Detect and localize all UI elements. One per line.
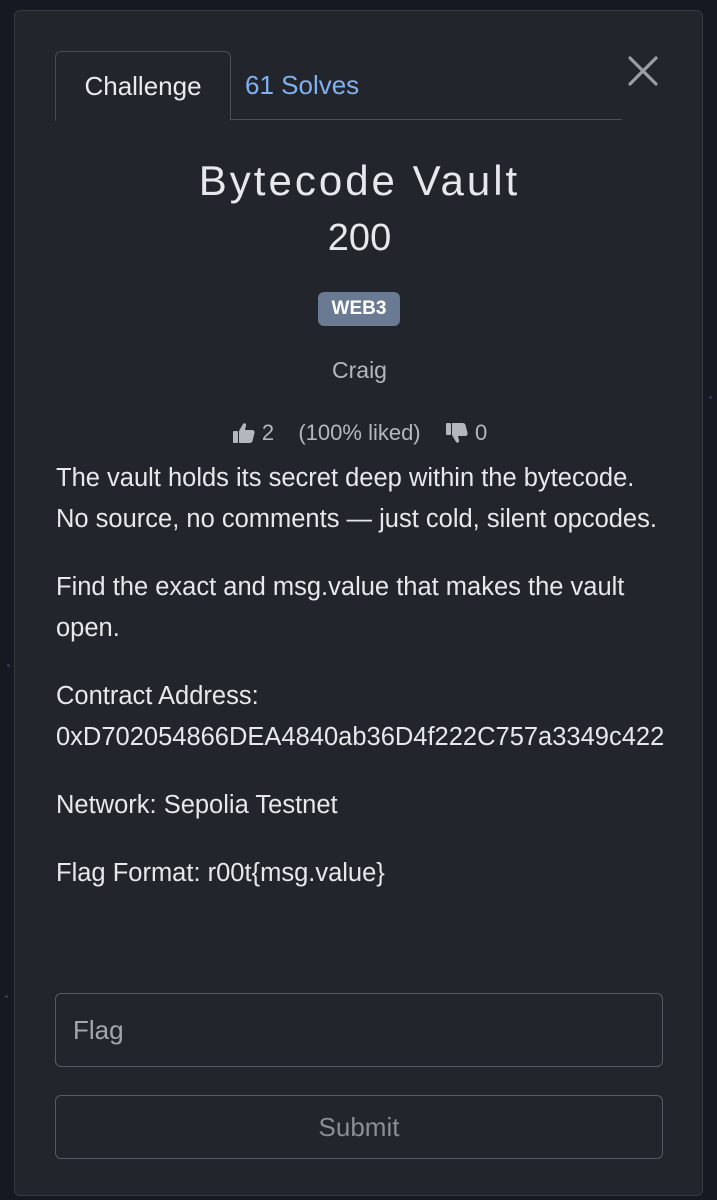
- network-info: Network: Sepolia Testnet: [56, 791, 338, 819]
- backdrop-dot: [5, 995, 8, 998]
- likes-count: 2: [261, 420, 275, 446]
- modal-tabs: Challenge 61 Solves: [55, 51, 622, 121]
- contract-address-value: 0xD702054866DEA4840ab36D4f222C757a3349c4…: [56, 723, 665, 751]
- tab-solves[interactable]: 61 Solves: [245, 51, 385, 120]
- description-paragraph: Find the exact and msg.value that makes …: [56, 573, 625, 642]
- challenge-author: Craig: [332, 357, 387, 383]
- challenge-title: Bytecode Vault: [198, 157, 521, 204]
- flag-format: Flag Format: r00t{msg.value}: [56, 859, 385, 887]
- submit-button[interactable]: Submit: [55, 1095, 663, 1159]
- backdrop-dot: [709, 396, 712, 399]
- liked-percentage: (100% liked): [298, 420, 421, 446]
- flag-input[interactable]: [55, 993, 663, 1067]
- thumbs-down-icon[interactable]: [445, 421, 469, 445]
- contract-address: Contract Address: 0xD702054866DEA4840ab3…: [56, 676, 672, 758]
- category-badge: WEB3: [318, 292, 400, 326]
- tab-challenge[interactable]: Challenge: [55, 51, 231, 121]
- challenge-description: The vault holds its secret deep within t…: [56, 458, 672, 921]
- backdrop-dot: [7, 664, 10, 667]
- challenge-modal: Challenge 61 Solves Bytecode Vault 200 W…: [14, 10, 703, 1196]
- dislikes-count: 0: [475, 420, 488, 446]
- ratings-row: 2 (100% liked) 0: [15, 419, 704, 449]
- thumbs-up-icon[interactable]: [232, 421, 256, 445]
- close-icon[interactable]: [623, 51, 663, 91]
- challenge-points: 200: [327, 217, 392, 259]
- description-paragraph: The vault holds its secret deep within t…: [56, 464, 657, 533]
- contract-address-label: Contract Address:: [56, 682, 259, 710]
